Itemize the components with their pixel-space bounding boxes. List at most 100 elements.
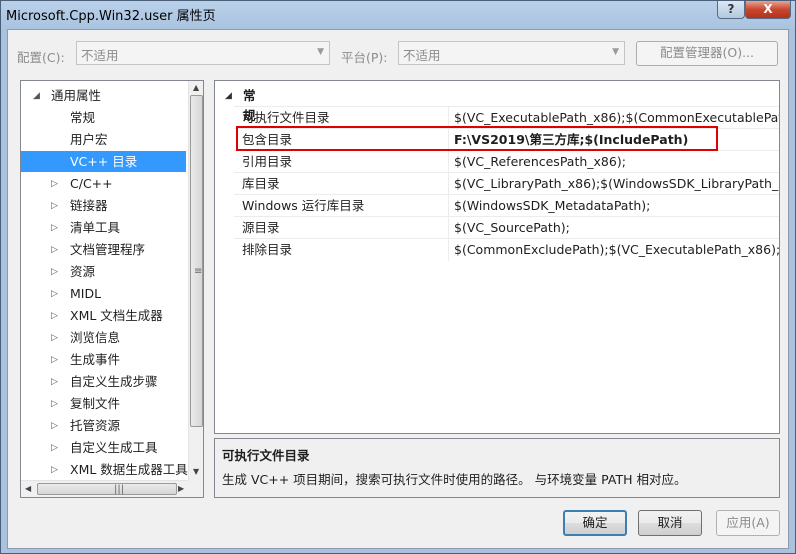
window-title: Microsoft.Cpp.Win32.user 属性页 <box>6 9 216 24</box>
tree-item[interactable]: ▷ 文档管理程序 <box>21 239 186 260</box>
tree-item[interactable]: ▷ 浏览信息 <box>21 327 186 348</box>
expand-icon[interactable]: ▷ <box>51 196 58 217</box>
tree-item[interactable]: ▷ C/C++ <box>21 173 186 194</box>
platform-label: 平台(P): <box>341 50 388 65</box>
tree-item-label: 文档管理程序 <box>70 242 146 257</box>
property-value[interactable]: $(VC_ExecutablePath_x86);$(CommonExecuta… <box>454 107 779 128</box>
column-divider[interactable] <box>448 173 449 195</box>
collapse-icon[interactable]: ◢ <box>225 86 232 106</box>
ok-button[interactable]: 确定 <box>563 510 627 536</box>
tree-item[interactable]: ◢ 通用属性 <box>21 85 186 106</box>
tree-item-label: 复制文件 <box>70 396 121 411</box>
property-name: Windows 运行库目录 <box>242 198 365 213</box>
property-name: 源目录 <box>242 220 280 235</box>
expand-icon[interactable]: ▷ <box>51 174 58 195</box>
tree-horizontal-scrollbar[interactable]: ◀ ||| ▶ <box>21 480 188 497</box>
description-panel: 可执行文件目录 生成 VC++ 项目期间，搜索可执行文件时使用的路径。 与环境变… <box>214 438 780 498</box>
property-name: 可执行文件目录 <box>242 110 330 125</box>
tree-item[interactable]: ▷ MIDL <box>21 283 186 304</box>
tree-item-label: 生成事件 <box>70 352 121 367</box>
tree-item[interactable]: ▷ 资源 <box>21 261 186 282</box>
tree-item[interactable]: ▷ XML 文档生成器 <box>21 305 186 326</box>
tree-item-label: XML 文档生成器 <box>70 308 163 323</box>
tree-item-label: 资源 <box>70 264 96 279</box>
expand-icon[interactable]: ▷ <box>51 306 58 327</box>
property-value[interactable]: $(VC_ReferencesPath_x86); <box>454 151 626 172</box>
property-row[interactable]: 排除目录 $(CommonExcludePath);$(VC_Executable… <box>234 238 779 261</box>
tree-item-label: 托管资源 <box>70 418 121 433</box>
description-title: 可执行文件目录 <box>222 448 310 463</box>
cancel-button[interactable]: 取消 <box>638 510 702 536</box>
tree-item-label: 自定义生成工具 <box>70 440 158 455</box>
expand-icon[interactable]: ▷ <box>51 218 58 239</box>
column-divider[interactable] <box>448 151 449 173</box>
scroll-right-icon[interactable]: ▶ <box>178 484 184 493</box>
scroll-left-icon[interactable]: ◀ <box>25 484 31 493</box>
tree-item-label: VC++ 目录 <box>70 154 138 169</box>
column-divider[interactable] <box>448 195 449 217</box>
chevron-down-icon: ▼ <box>317 47 324 57</box>
platform-combo[interactable]: 不适用 ▼ <box>398 41 625 65</box>
expand-icon[interactable]: ▷ <box>51 460 58 481</box>
column-divider[interactable] <box>448 239 449 261</box>
tree-item[interactable]: ▷ 托管资源 <box>21 415 186 436</box>
apply-button[interactable]: 应用(A) <box>716 510 780 536</box>
tree-item-label: 通用属性 <box>51 88 102 103</box>
description-text: 生成 VC++ 项目期间，搜索可执行文件时使用的路径。 与环境变量 PATH 相… <box>222 472 687 487</box>
tree-item[interactable]: ▷ 复制文件 <box>21 393 186 414</box>
tree-item[interactable]: ▷ XML 数据生成器工具 <box>21 459 188 481</box>
tree-item[interactable]: VC++ 目录 <box>21 151 186 172</box>
chevron-down-icon: ▼ <box>612 47 619 57</box>
column-divider[interactable] <box>448 217 449 239</box>
expand-icon[interactable]: ▷ <box>51 284 58 305</box>
tree-vscroll-thumb[interactable]: ≡ <box>190 95 203 427</box>
property-value[interactable]: $(CommonExcludePath);$(VC_ExecutablePath… <box>454 239 779 260</box>
property-value[interactable]: $(WindowsSDK_MetadataPath); <box>454 195 650 216</box>
tree-item[interactable]: ▷ 链接器 <box>21 195 186 216</box>
expand-icon[interactable]: ▷ <box>51 240 58 261</box>
property-value[interactable]: $(VC_LibraryPath_x86);$(WindowsSDK_Libra… <box>454 173 779 194</box>
expand-icon[interactable]: ▷ <box>51 416 58 437</box>
tree-item[interactable]: ▷ 自定义生成步骤 <box>21 371 186 392</box>
scroll-down-icon[interactable]: ▼ <box>193 467 199 476</box>
tree-item-label: 自定义生成步骤 <box>70 374 158 389</box>
expand-icon[interactable]: ▷ <box>51 262 58 283</box>
tree-hscroll-thumb[interactable]: ||| <box>37 483 177 495</box>
help-button[interactable]: ? <box>717 1 745 19</box>
tree-item-label: XML 数据生成器工具 <box>70 462 188 477</box>
property-grid[interactable]: ◢ 常规 可执行文件目录 $(VC_ExecutablePath_x86);$(C… <box>214 80 780 434</box>
config-combo[interactable]: 不适用 ▼ <box>76 41 330 65</box>
expand-icon[interactable]: ▷ <box>51 350 58 371</box>
tree-item[interactable]: ▷ 生成事件 <box>21 349 186 370</box>
scrollbar-corner <box>188 480 203 497</box>
property-row[interactable]: Windows 运行库目录 $(WindowsSDK_MetadataPath); <box>234 194 779 217</box>
expand-icon[interactable]: ▷ <box>51 394 58 415</box>
tree-item[interactable]: ▷ 自定义生成工具 <box>21 437 186 458</box>
title-bar: Microsoft.Cpp.Win32.user 属性页 ? X <box>1 1 795 25</box>
expand-icon[interactable]: ◢ <box>33 86 40 107</box>
property-name: 排除目录 <box>242 242 293 257</box>
scroll-up-icon[interactable]: ▲ <box>193 83 199 92</box>
tree-item-label: 常规 <box>70 110 96 125</box>
tree-item[interactable]: ▷ 清单工具 <box>21 217 186 238</box>
property-tree[interactable]: ◢ 通用属性 常规 用户宏 VC++ 目录 ▷ C/C++ ▷ 链接器 ▷ 清单工具 ▷ 文档管理程序 ▷… <box>20 80 204 498</box>
expand-icon[interactable]: ▷ <box>51 328 58 349</box>
expand-icon[interactable]: ▷ <box>51 438 58 459</box>
platform-combo-value: 不适用 <box>403 48 441 63</box>
tree-vertical-scrollbar[interactable]: ▲ ≡ ▼ <box>188 81 203 480</box>
close-button[interactable]: X <box>745 1 791 19</box>
property-row[interactable]: 库目录 $(VC_LibraryPath_x86);$(WindowsSDK_Li… <box>234 172 779 195</box>
property-value[interactable]: $(VC_SourcePath); <box>454 217 570 238</box>
property-row[interactable]: 引用目录 $(VC_ReferencesPath_x86); <box>234 150 779 173</box>
tree-item[interactable]: 常规 <box>21 107 186 128</box>
property-row[interactable]: 源目录 $(VC_SourcePath); <box>234 216 779 239</box>
config-combo-value: 不适用 <box>81 48 119 63</box>
expand-icon[interactable]: ▷ <box>51 372 58 393</box>
tree-item-label: 清单工具 <box>70 220 121 235</box>
tree-item[interactable]: 用户宏 <box>21 129 186 150</box>
dialog-client-area: 配置(C): 不适用 ▼ 平台(P): 不适用 ▼ 配置管理器(O)... ◢ 通… <box>7 29 789 549</box>
tree-item-label: MIDL <box>70 286 102 301</box>
property-name: 引用目录 <box>242 154 293 169</box>
config-label: 配置(C): <box>17 50 65 65</box>
config-manager-button[interactable]: 配置管理器(O)... <box>636 41 778 66</box>
